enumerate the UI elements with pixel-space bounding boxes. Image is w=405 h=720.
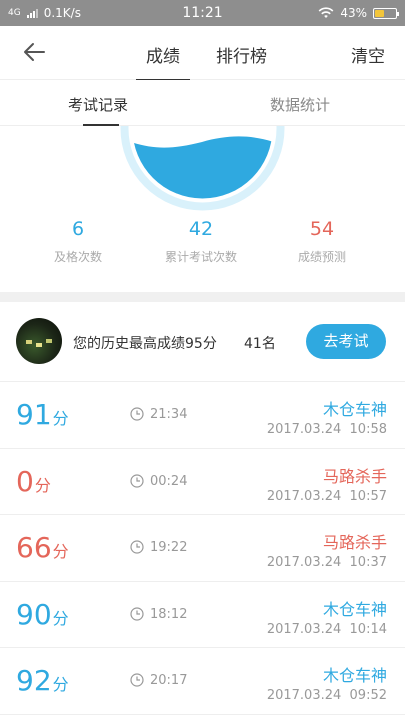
- status-bar: 4G 0.1K/s 11:21 43%: [0, 0, 405, 26]
- record-title: 木仓车神: [322, 666, 387, 685]
- back-arrow-icon[interactable]: [18, 38, 50, 66]
- clock-icon: [130, 673, 144, 687]
- clock-icon: [130, 540, 144, 554]
- avatar[interactable]: [16, 318, 62, 364]
- stat-value: 54: [309, 218, 335, 240]
- record-title: 木仓车神: [322, 599, 387, 619]
- tab-scores[interactable]: 成绩: [136, 42, 190, 81]
- clock-icon: [130, 407, 144, 421]
- record-duration: 20:17: [150, 673, 188, 688]
- stat-label: 累计考试次数: [164, 250, 237, 264]
- section-divider: [0, 292, 405, 302]
- record-title: 马路杀手: [322, 466, 387, 486]
- tab-ranking[interactable]: 排行榜: [216, 42, 267, 67]
- wifi-icon: [318, 7, 334, 18]
- score-value: 92: [16, 664, 52, 697]
- record-title: 马路杀手: [322, 533, 387, 552]
- record-duration: 21:34: [150, 407, 188, 422]
- score-gauge: [120, 126, 285, 211]
- stats-row: 6 及格次数 42 累计考试次数 54 成绩预测: [0, 212, 405, 292]
- record-time: 10:57: [349, 488, 387, 504]
- status-right: 43%: [318, 6, 399, 20]
- record-score: 91分: [16, 398, 69, 431]
- score-value: 91: [16, 398, 52, 431]
- record-row[interactable]: 90分 18:12 木仓车神 2017.03.24 10:14: [0, 582, 405, 648]
- record-duration: 00:24: [150, 473, 188, 489]
- record-score: 0分: [16, 465, 51, 498]
- best-score-row: 您的历史最高成绩95分 41名 去考试: [0, 302, 405, 382]
- record-time: 10:37: [349, 555, 387, 570]
- clear-button[interactable]: 清空: [351, 42, 385, 67]
- score-unit: 分: [34, 475, 51, 495]
- record-score: 92分: [16, 664, 69, 697]
- record-duration: 18:12: [150, 606, 188, 622]
- record-datetime: 2017.03.24 10:57: [267, 489, 387, 504]
- sub-tabs: 考试记录 数据统计: [0, 80, 405, 126]
- score-unit: 分: [52, 409, 69, 428]
- best-rank-text: 41名: [244, 336, 276, 352]
- stat-label: 及格次数: [53, 250, 102, 264]
- record-date: 2017.03.24: [266, 688, 342, 703]
- score-unit: 分: [52, 675, 69, 694]
- score-unit: 分: [52, 608, 69, 628]
- score-gauge-area: [0, 126, 405, 212]
- stat-value: 6: [71, 218, 85, 240]
- best-score-text: 您的历史最高成绩95分: [73, 336, 217, 352]
- record-time: 10:14: [349, 621, 387, 637]
- clock-icon: [130, 606, 144, 621]
- score-value: 0: [16, 464, 34, 498]
- clock-icon: [130, 473, 144, 488]
- battery-percent: 43%: [340, 6, 367, 20]
- record-date: 2017.03.24: [266, 422, 342, 437]
- top-nav: 成绩 排行榜 清空: [0, 26, 405, 81]
- record-row[interactable]: 0分 00:24 马路杀手 2017.03.24 10:57: [0, 449, 405, 515]
- subtab-statistics[interactable]: 数据统计: [270, 94, 330, 115]
- record-datetime: 2017.03.24 10:37: [267, 555, 387, 570]
- record-time: 10:58: [349, 422, 387, 437]
- record-row[interactable]: 91分 21:34 木仓车神 2017.03.24 10:58: [0, 382, 405, 449]
- record-datetime: 2017.03.24 09:52: [267, 688, 387, 703]
- record-title: 木仓车神: [322, 400, 387, 419]
- stat-total-exams: 42 累计考试次数: [136, 218, 266, 265]
- record-date: 2017.03.24: [266, 555, 342, 570]
- exam-records-list: 91分 21:34 木仓车神 2017.03.24 10:58 0分 00:24…: [0, 382, 405, 715]
- stat-score-prediction: 54 成绩预测: [257, 218, 387, 265]
- subtab-exam-records[interactable]: 考试记录: [68, 94, 128, 126]
- record-time: 09:52: [349, 688, 387, 703]
- score-value: 90: [16, 597, 52, 631]
- record-row[interactable]: 92分 20:17 木仓车神 2017.03.24 09:52: [0, 648, 405, 715]
- battery-fill: [375, 9, 384, 17]
- record-score: 90分: [16, 598, 69, 631]
- record-datetime: 2017.03.24 10:58: [267, 422, 387, 437]
- stat-label: 成绩预测: [297, 250, 346, 264]
- score-value: 66: [16, 531, 52, 564]
- record-duration: 19:22: [150, 540, 188, 555]
- stat-pass-count: 6 及格次数: [13, 218, 143, 265]
- record-score: 66分: [16, 531, 69, 564]
- record-date: 2017.03.24: [266, 621, 342, 637]
- score-unit: 分: [52, 542, 69, 561]
- battery-icon: [373, 7, 399, 19]
- record-row[interactable]: 66分 19:22 马路杀手 2017.03.24 10:37: [0, 515, 405, 582]
- record-date: 2017.03.24: [266, 488, 342, 504]
- stat-value: 42: [188, 218, 214, 240]
- go-exam-button[interactable]: 去考试: [306, 324, 386, 359]
- record-datetime: 2017.03.24 10:14: [267, 622, 387, 637]
